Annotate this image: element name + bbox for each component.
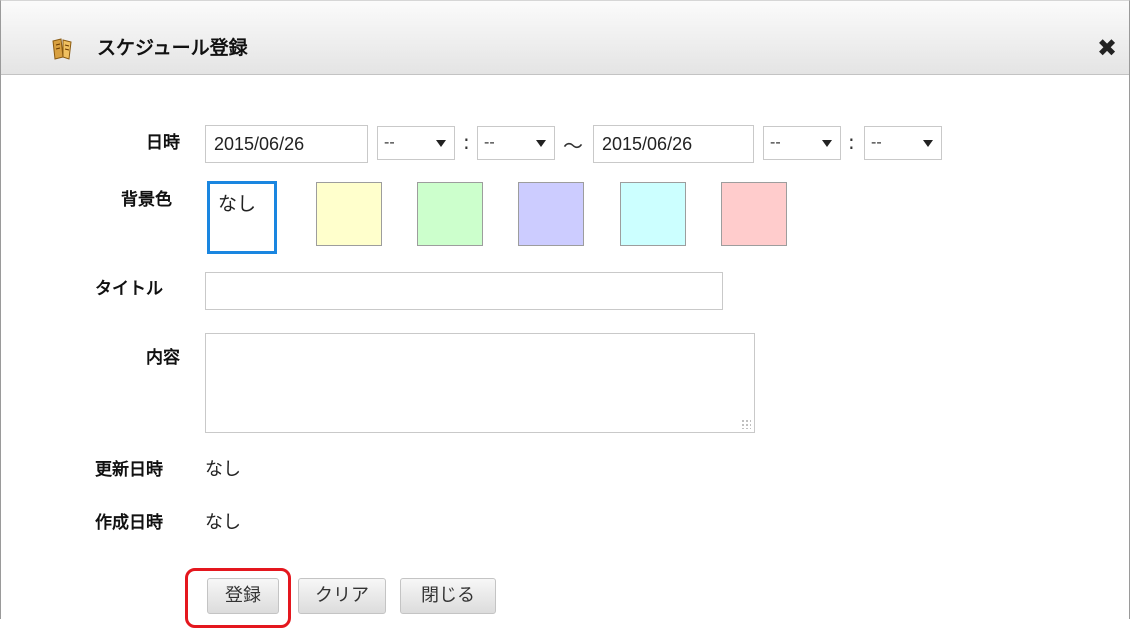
bgcolor-swatch[interactable]: なし [207,181,277,254]
bgcolor-swatch[interactable] [518,182,584,246]
title-label: タイトル [95,279,163,299]
dialog-titlebar: スケジュール登録 ✖ [1,0,1129,75]
calendar-book-icon [49,37,79,61]
end-minute-value: -- [871,134,882,151]
content-textarea[interactable] [205,333,755,433]
title-input[interactable] [205,272,723,310]
chevron-down-icon [822,140,832,147]
bgcolor-swatch-label: なし [218,193,257,215]
content-label: 内容 [146,348,180,368]
time-separator: : [848,130,855,154]
time-separator: : [463,130,470,154]
close-button[interactable]: 閉じる [400,578,496,614]
bgcolor-swatch[interactable] [721,182,787,246]
register-button[interactable]: 登録 [207,578,279,614]
created-value: なし [205,512,241,533]
start-hour-select[interactable]: -- [377,126,455,160]
chevron-down-icon [436,140,446,147]
updated-label: 更新日時 [95,460,163,480]
chevron-down-icon [923,140,933,147]
start-date-input[interactable]: 2015/06/26 [205,125,368,163]
updated-value: なし [205,459,241,480]
bgcolor-swatch[interactable] [316,182,382,246]
end-hour-select[interactable]: -- [763,126,841,160]
bgcolor-swatch[interactable] [417,182,483,246]
created-label: 作成日時 [95,513,163,533]
start-minute-value: -- [484,134,495,151]
close-icon[interactable]: ✖ [1094,35,1120,61]
dialog-title: スケジュール登録 [97,37,248,59]
end-date-input[interactable]: 2015/06/26 [593,125,754,163]
resize-grip-icon[interactable] [741,419,751,429]
bgcolor-swatch[interactable] [620,182,686,246]
datetime-label: 日時 [146,133,180,153]
end-hour-value: -- [770,134,781,151]
start-minute-select[interactable]: -- [477,126,555,160]
clear-button[interactable]: クリア [298,578,386,614]
range-separator: ～ [563,134,583,158]
bgcolor-label: 背景色 [121,190,172,210]
end-minute-select[interactable]: -- [864,126,942,160]
start-hour-value: -- [384,134,395,151]
chevron-down-icon [536,140,546,147]
